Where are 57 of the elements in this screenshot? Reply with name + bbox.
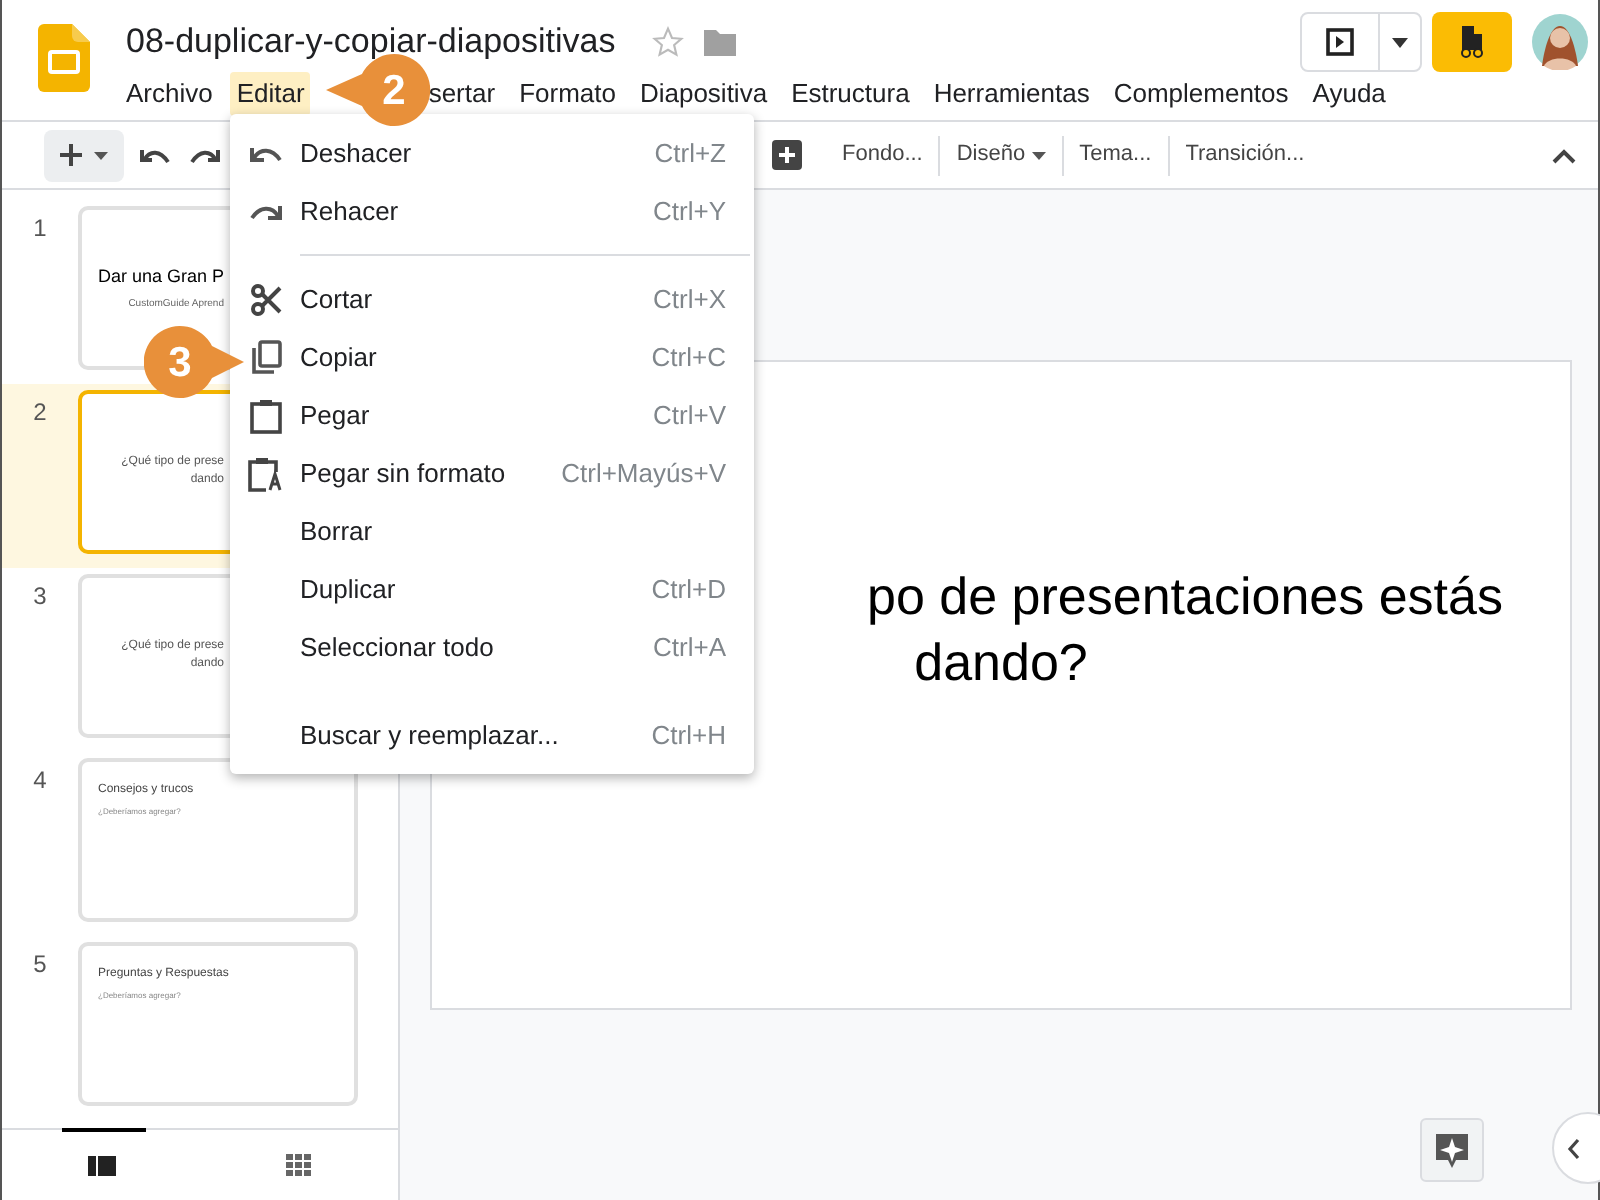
slide-number: 4 [31, 764, 49, 798]
clipboard-icon [249, 397, 281, 433]
present-button[interactable] [1300, 12, 1422, 72]
slide-number: 1 [31, 212, 49, 246]
shortcut-label: Ctrl+V [653, 397, 728, 434]
thumbnail-text: Dar una Gran P [97, 264, 224, 290]
sparkle-icon [1436, 1133, 1468, 1167]
redo-icon[interactable] [190, 146, 220, 164]
copy-icon [249, 340, 281, 374]
avatar-icon[interactable] [1532, 14, 1588, 70]
scissors-icon [249, 283, 281, 315]
slide-number: 3 [31, 580, 49, 614]
menu-item[interactable]: Archivo [120, 72, 219, 116]
new-slide-button[interactable] [44, 129, 124, 181]
shortcut-label: Ctrl+A [653, 629, 728, 666]
filmstrip-view-icon[interactable] [87, 1155, 115, 1175]
toolbar-button[interactable]: Tema... [1063, 138, 1168, 172]
shortcut-label: Ctrl+D [651, 571, 728, 608]
caret-icon [94, 151, 108, 159]
menu-item[interactable]: Ayuda [1306, 72, 1392, 116]
slide-number: 2 [31, 396, 49, 430]
redo-icon [249, 201, 281, 221]
menu-item[interactable]: Estructura [785, 72, 916, 116]
shortcut-label: Ctrl+Z [654, 135, 728, 172]
grid-view-icon[interactable] [286, 1154, 312, 1176]
shortcut-label: Ctrl+X [653, 281, 728, 318]
plus-icon [60, 144, 82, 166]
slide-title-text: dando? [914, 630, 1088, 696]
toolbar-button[interactable]: Diseño [940, 138, 1062, 172]
menu-item[interactable]: Complementos [1107, 72, 1295, 116]
menu-option-label: Deshacer [300, 135, 414, 172]
menu-item[interactable]: Formato [513, 72, 622, 116]
menu-item[interactable]: Herramientas [927, 72, 1096, 116]
slide-title-text: po de presentaciones estás [867, 564, 1503, 630]
toolbar-button[interactable]: Fondo... [826, 138, 939, 172]
menu-item[interactable]: Editar [230, 72, 311, 116]
play-icon [1326, 28, 1354, 56]
shortcut-label: Ctrl+H [651, 717, 728, 754]
collapse-chevron-icon[interactable] [1552, 147, 1576, 163]
caret-icon [1392, 37, 1408, 47]
building-icon [1458, 26, 1486, 58]
folder-icon[interactable] [703, 28, 736, 56]
add-comment-icon[interactable] [772, 140, 802, 170]
menu-item[interactable]: Diapositiva [633, 72, 774, 116]
undo-icon [249, 143, 281, 163]
step-callout: 3 [144, 324, 248, 400]
shortcut-label: Ctrl+C [651, 339, 728, 376]
slide-number: 5 [31, 948, 49, 982]
share-button[interactable] [1432, 12, 1512, 72]
undo-icon[interactable] [140, 146, 170, 164]
toolbar-button[interactable]: Transición... [1169, 138, 1321, 172]
explore-button[interactable] [1420, 1118, 1484, 1182]
chevron-left-icon [1566, 1137, 1580, 1159]
shortcut-label: Ctrl+Y [653, 193, 728, 230]
star-icon[interactable] [651, 26, 684, 58]
shortcut-label: Ctrl+Mayús+V [561, 455, 728, 492]
clipboard-text-icon [247, 455, 283, 491]
